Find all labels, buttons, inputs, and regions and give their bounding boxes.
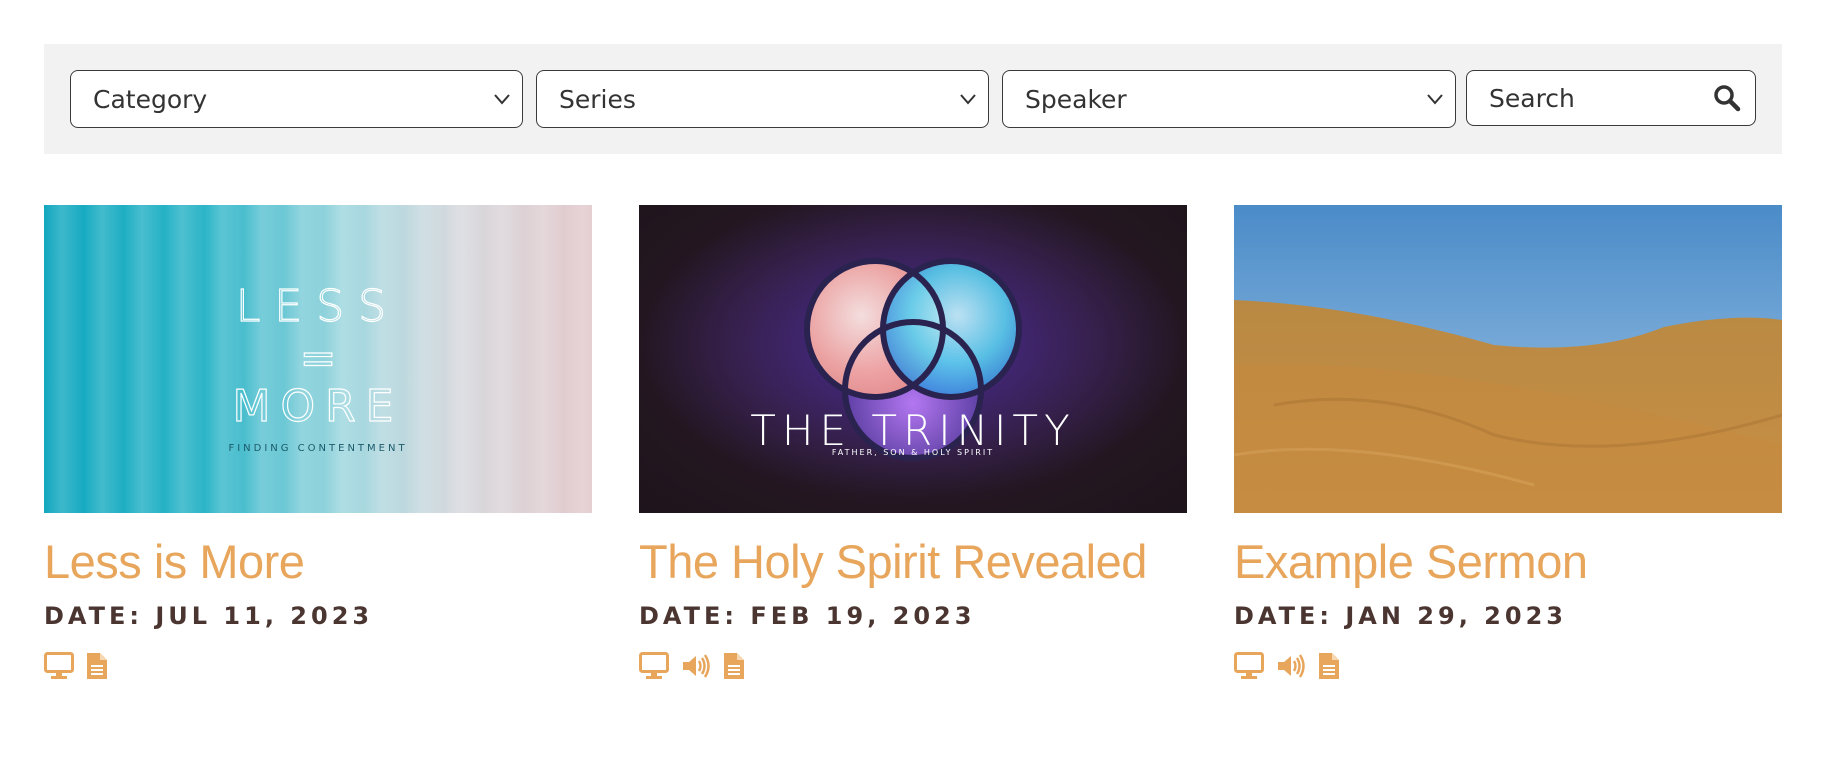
svg-text:=: = <box>300 333 337 384</box>
filter-bar: Category Series Speaker Search <box>44 44 1782 154</box>
sermon-card: Example Sermon DATE: JAN 29, 2023 <box>1234 205 1782 683</box>
svg-text:LESS: LESS <box>236 281 400 332</box>
series-select[interactable]: Series <box>536 70 989 128</box>
sermon-thumbnail[interactable]: THE TRINITY FATHER, SON & HOLY SPIRIT <box>639 205 1187 513</box>
less-is-more-artwork: LESS = MORE FINDING CONTENTMENT <box>228 280 407 454</box>
category-select[interactable]: Category <box>70 70 523 128</box>
media-icons <box>44 649 592 683</box>
notes-icon[interactable] <box>1318 652 1340 680</box>
notes-icon[interactable] <box>723 652 745 680</box>
video-icon[interactable] <box>1234 652 1264 680</box>
video-icon[interactable] <box>44 652 74 680</box>
svg-text:FINDING CONTENTMENT: FINDING CONTENTMENT <box>228 443 407 454</box>
sermon-card: THE TRINITY FATHER, SON & HOLY SPIRIT Th… <box>639 205 1187 683</box>
audio-icon[interactable] <box>1276 652 1306 680</box>
search-icon[interactable] <box>1713 84 1741 112</box>
notes-icon[interactable] <box>86 652 108 680</box>
search-placeholder: Search <box>1489 83 1575 113</box>
speaker-select[interactable]: Speaker <box>1002 70 1456 128</box>
audio-icon[interactable] <box>681 652 711 680</box>
golden-field-artwork <box>1234 205 1782 513</box>
media-icons <box>1234 649 1782 683</box>
sermon-date: DATE: JUL 11, 2023 <box>44 602 374 630</box>
trinity-artwork: THE TRINITY FATHER, SON & HOLY SPIRIT <box>639 205 1187 513</box>
chevron-down-icon <box>1427 94 1443 105</box>
series-select-label: Series <box>559 84 636 114</box>
chevron-down-icon <box>960 94 976 105</box>
svg-text:FATHER, SON & HOLY SPIRIT: FATHER, SON & HOLY SPIRIT <box>832 448 994 457</box>
chevron-down-icon <box>494 94 510 105</box>
category-select-label: Category <box>93 84 208 114</box>
svg-text:MORE: MORE <box>233 381 404 432</box>
speaker-select-label: Speaker <box>1025 84 1127 114</box>
sermon-title[interactable]: Less is More <box>44 533 592 591</box>
sermon-date: DATE: FEB 19, 2023 <box>639 602 976 630</box>
video-icon[interactable] <box>639 652 669 680</box>
sermon-card: LESS = MORE FINDING CONTENTMENT Less is … <box>44 205 592 683</box>
media-icons <box>639 649 1187 683</box>
sermon-title[interactable]: The Holy Spirit Revealed <box>639 533 1187 591</box>
sermon-thumbnail[interactable]: LESS = MORE FINDING CONTENTMENT <box>44 205 592 513</box>
sermon-date: DATE: JAN 29, 2023 <box>1234 602 1567 630</box>
sermon-title[interactable]: Example Sermon <box>1234 533 1782 591</box>
sermon-thumbnail[interactable] <box>1234 205 1782 513</box>
search-input[interactable]: Search <box>1466 70 1756 126</box>
